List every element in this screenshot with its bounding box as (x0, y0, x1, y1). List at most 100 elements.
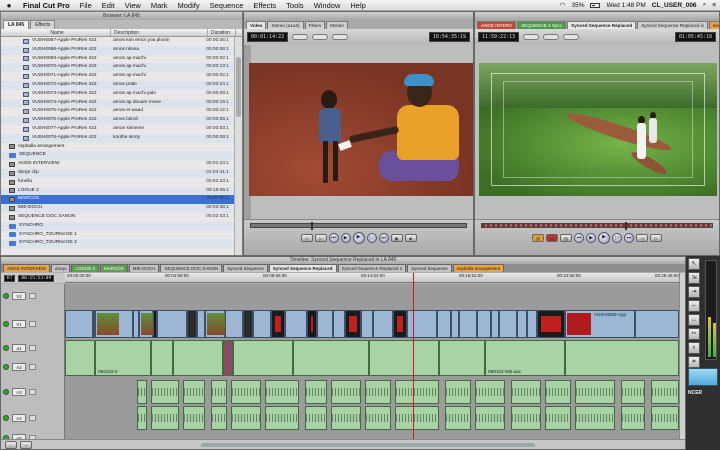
audio-clip[interactable] (445, 406, 471, 430)
canvas-overlay-popup[interactable] (563, 33, 580, 40)
video-clip[interactable] (285, 310, 307, 338)
menu-help[interactable]: Help (345, 1, 370, 10)
audio-clip[interactable] (365, 380, 391, 404)
tab-video[interactable]: Video (246, 21, 267, 29)
video-clip[interactable] (635, 310, 679, 338)
canvas-tab-ange[interactable]: ANGE INTERV (477, 21, 517, 29)
timeline-current-timecode[interactable]: 00:15:53:09 (18, 274, 55, 282)
timeline-tab[interactable]: Synced Sequence Replaced (268, 264, 337, 272)
video-clip[interactable] (477, 310, 491, 338)
audio-clip[interactable] (211, 380, 227, 404)
column-name[interactable]: Name (1, 29, 111, 36)
audio-clip[interactable] (183, 406, 205, 430)
video-clip[interactable] (243, 310, 253, 338)
canvas-play-in-out-button[interactable]: ▶ (586, 233, 596, 243)
track-select-tool-icon[interactable]: ⇥ (688, 286, 700, 298)
timeline-track-area[interactable]: VUSH0059-App 0B0102-0 0B0102-005.aac (65, 284, 679, 439)
canvas-scrubber[interactable] (481, 222, 713, 230)
timeline-tab[interactable]: Synced Sequence (407, 264, 452, 272)
timeline-tab[interactable]: Synced Sequence (223, 264, 268, 272)
video-clip[interactable] (187, 310, 197, 338)
canvas-insert-button[interactable]: ▤ (532, 234, 544, 242)
audio-clip[interactable] (137, 406, 147, 430)
browser-scrollbar[interactable] (234, 37, 242, 255)
audio-clip[interactable] (137, 380, 147, 404)
video-clip[interactable] (95, 310, 133, 338)
track-visibility-icon[interactable] (3, 321, 9, 327)
lock-icon[interactable] (29, 389, 36, 395)
zoom-in-button[interactable]: + (20, 440, 32, 449)
viewer-video-frame[interactable] (249, 63, 473, 196)
canvas-tab-sequence[interactable]: sequence (709, 21, 719, 29)
canvas-duration-timecode[interactable]: 11:59:22:13 (478, 31, 520, 42)
audio-clip[interactable] (305, 406, 327, 430)
timeline-vertical-scrollbar[interactable] (679, 273, 685, 439)
timeline-tab[interactable]: Synced Sequence Replaced 2 (337, 264, 407, 272)
selection-tool-icon[interactable]: ↖ (688, 258, 700, 270)
viewer-duration-timecode[interactable]: 00:01:14:22 (247, 31, 289, 42)
browser-row[interactable]: fonello 00:02:23:1 (1, 178, 234, 187)
audio-clip[interactable] (621, 406, 645, 430)
video-clip[interactable] (307, 310, 317, 338)
video-clip[interactable] (317, 310, 333, 338)
audio-clip[interactable] (293, 340, 369, 376)
video-clip[interactable] (517, 310, 527, 338)
video-clip[interactable] (205, 310, 225, 338)
audio-clip[interactable]: 0B0102-0 (95, 340, 151, 376)
audio-clip[interactable] (265, 406, 299, 430)
video-clip[interactable] (459, 310, 477, 338)
audio-clip[interactable] (511, 406, 541, 430)
viewer-mark-in-button[interactable]: ◁ (300, 234, 313, 242)
tab-la-845[interactable]: LA 845 (3, 20, 30, 29)
browser-row[interactable]: VUSH0069-Apple ProRes 422 amos ap machi 00… (1, 55, 234, 64)
timeline-tab[interactable]: ANGE INTERVIEW (3, 264, 50, 272)
viewer-play-button[interactable]: ▶ (352, 232, 365, 244)
audio-clip[interactable] (183, 380, 205, 404)
browser-row[interactable]: VUSH0076-Apple ProRes 422 amos bitrull 00:… (1, 116, 234, 125)
audio-clip[interactable] (65, 340, 95, 376)
canvas-playhead[interactable] (624, 222, 627, 230)
audio-clip[interactable] (331, 380, 361, 404)
lock-icon[interactable] (29, 364, 36, 370)
track-label-v1[interactable]: V1 (12, 320, 26, 328)
audio-clip[interactable] (369, 340, 439, 376)
menu-modify[interactable]: Modify (173, 1, 205, 10)
tab-stereo[interactable]: Stereo (a1a2) (267, 21, 304, 29)
canvas-view-popup[interactable] (543, 33, 560, 40)
browser-row[interactable]: dorqo clip 01:04:41:1 (1, 168, 234, 178)
video-clip[interactable] (65, 310, 93, 338)
video-clip[interactable] (157, 310, 187, 338)
audio-clip[interactable] (211, 406, 227, 430)
tab-motion[interactable]: Motion (326, 21, 348, 29)
viewer-zoom-popup[interactable] (292, 33, 309, 40)
menu-edit[interactable]: Edit (97, 1, 120, 10)
audio-clip[interactable] (231, 406, 261, 430)
track-audible-icon[interactable] (3, 415, 9, 421)
viewer-playhead[interactable] (311, 222, 314, 230)
browser-row[interactable]: VUSH0067-Apple ProRes 422 amos kon emor y… (1, 37, 234, 46)
audio-clip[interactable] (475, 406, 505, 430)
track-visibility-icon[interactable] (3, 293, 9, 299)
lock-icon[interactable] (29, 415, 36, 421)
wifi-icon[interactable]: ◠ (560, 1, 566, 9)
audio-clip[interactable] (651, 406, 679, 430)
browser-row[interactable]: SYNCHRO (1, 221, 234, 231)
audio-clip[interactable] (151, 406, 179, 430)
tab-effects[interactable]: Effects (30, 20, 56, 29)
track-label-a2[interactable]: A2 (12, 363, 26, 371)
audio-clip[interactable] (173, 340, 223, 376)
menu-mark[interactable]: Mark (146, 1, 173, 10)
crop-tool-icon[interactable]: ⌗ (688, 356, 700, 368)
audio-clip[interactable] (151, 340, 173, 376)
browser-row[interactable]: MARCOS 00:07:55:1 (1, 195, 234, 205)
notification-icon[interactable]: ≡ (712, 2, 716, 9)
timeline-playhead[interactable] (413, 273, 414, 439)
video-clip[interactable] (253, 310, 271, 338)
viewer-prev-edit-button[interactable]: ⏮ (328, 233, 339, 243)
browser-row[interactable]: SYNCHRO_TOURNAGE 1 (1, 231, 234, 240)
menu-tools[interactable]: Tools (281, 1, 309, 10)
zoom-out-button[interactable]: – (5, 440, 17, 449)
search-icon[interactable]: ⌕ (703, 1, 707, 9)
canvas-mark-out-button[interactable]: ▷ (650, 234, 662, 242)
timeline-tab[interactable]: nsphalla arrangement (452, 264, 505, 272)
